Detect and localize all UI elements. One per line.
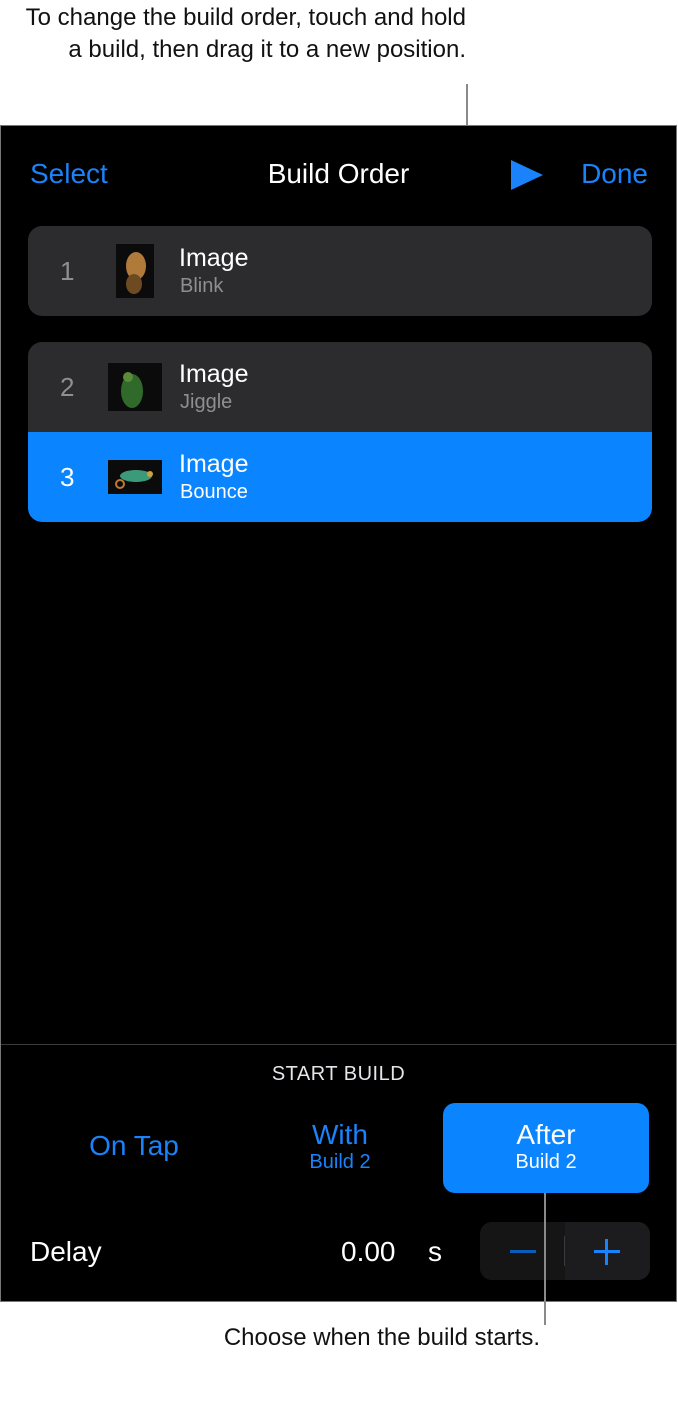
- build-name: Image: [179, 450, 249, 478]
- build-name: Image: [179, 360, 249, 388]
- option-label: After: [516, 1119, 576, 1150]
- leopard-image-thumbnail: [116, 244, 154, 298]
- done-button[interactable]: Done: [581, 158, 648, 190]
- option-label: On Tap: [89, 1130, 179, 1161]
- delay-stepper: [480, 1222, 650, 1280]
- build-row-3[interactable]: 3 Image Bounce: [28, 432, 652, 522]
- delay-value[interactable]: 0.00: [341, 1236, 396, 1268]
- build-effect: Bounce: [180, 481, 248, 503]
- start-build-label: START BUILD: [271, 1063, 406, 1085]
- delay-label: Delay: [30, 1236, 102, 1267]
- increment-button[interactable]: [565, 1222, 650, 1280]
- play-icon[interactable]: [511, 160, 543, 190]
- build-effect: Jiggle: [180, 391, 233, 413]
- option-label: With: [312, 1119, 368, 1150]
- start-on-tap-option[interactable]: On Tap: [31, 1103, 237, 1193]
- section-divider: [1, 1044, 676, 1045]
- page-title: Build Order: [267, 158, 410, 189]
- chameleon-image-thumbnail: [108, 460, 162, 494]
- nav-bar: Select Build Order Done: [1, 126, 676, 222]
- option-sublabel: Build 2: [515, 1151, 577, 1173]
- start-with-option[interactable]: With Build 2: [237, 1103, 443, 1193]
- build-number: 3: [60, 462, 75, 492]
- start-after-option[interactable]: After Build 2: [443, 1103, 649, 1193]
- option-sublabel: Build 2: [309, 1151, 371, 1173]
- delay-unit: s: [428, 1236, 442, 1267]
- build-row-1[interactable]: 1 Image Blink: [28, 226, 652, 316]
- build-name: Image: [179, 244, 249, 272]
- start-build-annotation: Choose when the build starts.: [223, 1324, 540, 1351]
- build-order-annotation: To change the build order, touch and hol…: [25, 4, 466, 63]
- build-number: 1: [60, 256, 75, 286]
- annotation-leader-line: [544, 1193, 546, 1325]
- build-row-2[interactable]: 2 Image Jiggle: [28, 342, 652, 432]
- parrot-image-thumbnail: [108, 363, 162, 411]
- build-order-panel: Select Build Order Done 1 Image Blink 2 …: [0, 125, 677, 1302]
- decrement-button[interactable]: [480, 1222, 565, 1280]
- build-effect: Blink: [180, 275, 224, 297]
- build-number: 2: [60, 372, 75, 402]
